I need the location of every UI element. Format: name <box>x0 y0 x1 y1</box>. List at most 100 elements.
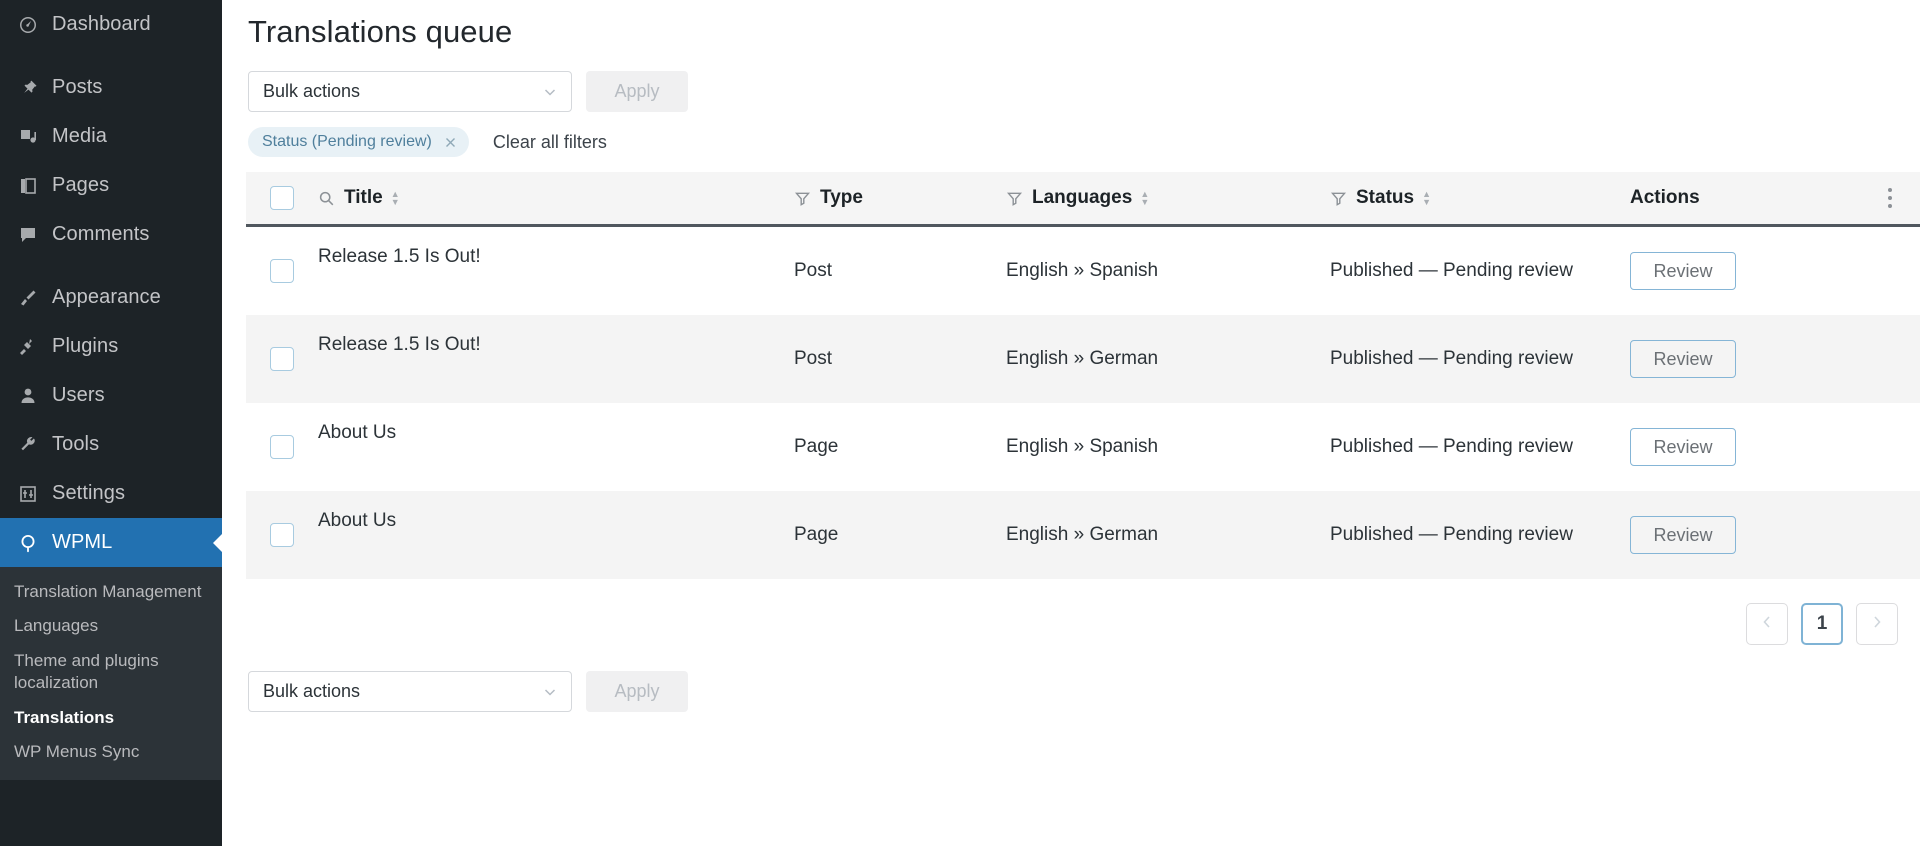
plug-icon <box>10 337 46 357</box>
cell-type: Page <box>794 436 1006 458</box>
column-header-label: Languages <box>1032 187 1132 209</box>
sidebar-item-media[interactable]: Media <box>0 112 222 161</box>
column-header-status[interactable]: Status ▲▼ <box>1330 187 1630 209</box>
cell-type-text: Post <box>794 260 832 281</box>
sidebar-item-dashboard[interactable]: Dashboard <box>0 0 222 49</box>
sidebar-item-wpml[interactable]: WPML <box>0 518 222 567</box>
row-select-cell <box>246 523 318 547</box>
search-icon[interactable] <box>318 190 335 207</box>
bulk-actions-select-top[interactable]: Bulk actions <box>248 71 572 112</box>
close-icon[interactable] <box>444 136 457 149</box>
sidebar-item-label: Comments <box>46 223 150 246</box>
row-checkbox[interactable] <box>270 347 294 371</box>
cell-languages: English » German <box>1006 348 1330 370</box>
admin-sidebar: Dashboard Posts Media Pages Commen <box>0 0 222 846</box>
pagination-page-1[interactable]: 1 <box>1801 603 1843 645</box>
sidebar-item-appearance[interactable]: Appearance <box>0 273 222 322</box>
pagination: 1 <box>246 603 1920 645</box>
chevron-down-icon <box>542 684 558 700</box>
row-select-cell <box>246 259 318 283</box>
apply-button-top[interactable]: Apply <box>586 71 688 112</box>
review-button[interactable]: Review <box>1630 252 1736 290</box>
cell-title-text: Release 1.5 Is Out! <box>318 334 481 355</box>
cell-status-text: Published — Pending review <box>1330 348 1573 369</box>
table-row[interactable]: About Us Page English » Spanish Publishe… <box>246 403 1920 491</box>
select-all-checkbox[interactable] <box>270 186 294 210</box>
page-title: Translations queue <box>246 0 1920 50</box>
sidebar-item-label: Settings <box>46 482 125 505</box>
table-row[interactable]: Release 1.5 Is Out! Post English » Germa… <box>246 315 1920 403</box>
clear-all-filters-link[interactable]: Clear all filters <box>493 132 607 153</box>
submenu-item-translations[interactable]: Translations <box>0 701 222 735</box>
column-header-label: Status <box>1356 187 1414 209</box>
apply-button-bottom[interactable]: Apply <box>586 671 688 712</box>
bulk-actions-value: Bulk actions <box>263 81 360 102</box>
cell-type: Post <box>794 348 1006 370</box>
column-header-languages[interactable]: Languages ▲▼ <box>1006 187 1330 209</box>
sort-arrows-languages[interactable]: ▲▼ <box>1140 190 1149 206</box>
sidebar-item-pages[interactable]: Pages <box>0 161 222 210</box>
cell-status: Published — Pending review <box>1330 260 1630 282</box>
sidebar-item-label: Media <box>46 125 107 148</box>
active-filters-row: Status (Pending review) Clear all filter… <box>246 126 1920 158</box>
cell-type: Page <box>794 524 1006 546</box>
comments-icon <box>10 225 46 245</box>
user-icon <box>10 386 46 406</box>
more-vertical-icon[interactable] <box>1888 188 1892 208</box>
sidebar-item-label: Plugins <box>46 335 118 358</box>
submenu-item-languages[interactable]: Languages <box>0 609 222 643</box>
submenu-item-theme-and-plugins-localization[interactable]: Theme and plugins localization <box>0 644 222 701</box>
wp-admin-screen: Dashboard Posts Media Pages Commen <box>0 0 1920 846</box>
cell-title: About Us <box>318 524 794 546</box>
translations-table: Title ▲▼ Type Languages ▲▼ <box>246 172 1920 579</box>
review-button[interactable]: Review <box>1630 516 1736 554</box>
review-button[interactable]: Review <box>1630 428 1736 466</box>
cell-title-text: Release 1.5 Is Out! <box>318 246 481 267</box>
cell-type-text: Post <box>794 348 832 369</box>
sort-arrows-title[interactable]: ▲▼ <box>391 190 400 206</box>
table-row[interactable]: About Us Page English » German Published… <box>246 491 1920 579</box>
sidebar-item-label: WPML <box>46 531 112 554</box>
pagination-prev-button[interactable] <box>1746 603 1788 645</box>
pagination-next-button[interactable] <box>1856 603 1898 645</box>
column-header-title[interactable]: Title ▲▼ <box>318 187 794 209</box>
bulk-actions-value: Bulk actions <box>263 681 360 702</box>
cell-type: Post <box>794 260 1006 282</box>
filter-chip-status[interactable]: Status (Pending review) <box>248 127 469 157</box>
sidebar-item-label: Posts <box>46 76 103 99</box>
chevron-left-icon <box>1760 613 1774 635</box>
sidebar-item-posts[interactable]: Posts <box>0 63 222 112</box>
select-all-cell <box>246 186 318 210</box>
sidebar-item-comments[interactable]: Comments <box>0 210 222 259</box>
sidebar-item-users[interactable]: Users <box>0 371 222 420</box>
cell-title-text: About Us <box>318 510 396 531</box>
wpml-icon <box>10 532 46 554</box>
cell-languages: English » Spanish <box>1006 436 1330 458</box>
row-checkbox[interactable] <box>270 259 294 283</box>
chevron-right-icon <box>1870 613 1884 635</box>
submenu-item-wp-menus-sync[interactable]: WP Menus Sync <box>0 735 222 769</box>
sidebar-item-tools[interactable]: Tools <box>0 420 222 469</box>
column-header-type[interactable]: Type <box>794 187 1006 209</box>
sidebar-item-plugins[interactable]: Plugins <box>0 322 222 371</box>
row-checkbox[interactable] <box>270 435 294 459</box>
row-checkbox[interactable] <box>270 523 294 547</box>
cell-languages-text: English » Spanish <box>1006 436 1158 457</box>
submenu-item-translation-management[interactable]: Translation Management <box>0 575 222 609</box>
active-menu-arrow <box>213 533 222 553</box>
sidebar-item-label: Tools <box>46 433 99 456</box>
cell-title: Release 1.5 Is Out! <box>318 348 794 370</box>
table-row[interactable]: Release 1.5 Is Out! Post English » Spani… <box>246 227 1920 315</box>
bulk-actions-select-bottom[interactable]: Bulk actions <box>248 671 572 712</box>
filter-icon[interactable] <box>1330 190 1347 207</box>
filter-icon[interactable] <box>1006 190 1023 207</box>
row-select-cell <box>246 347 318 371</box>
cell-languages-text: English » Spanish <box>1006 260 1158 281</box>
cell-languages-text: English » German <box>1006 348 1158 369</box>
sort-arrows-status[interactable]: ▲▼ <box>1422 190 1431 206</box>
filter-icon[interactable] <box>794 190 811 207</box>
cell-status: Published — Pending review <box>1330 524 1630 546</box>
cell-status: Published — Pending review <box>1330 348 1630 370</box>
review-button[interactable]: Review <box>1630 340 1736 378</box>
sidebar-item-settings[interactable]: Settings <box>0 469 222 518</box>
